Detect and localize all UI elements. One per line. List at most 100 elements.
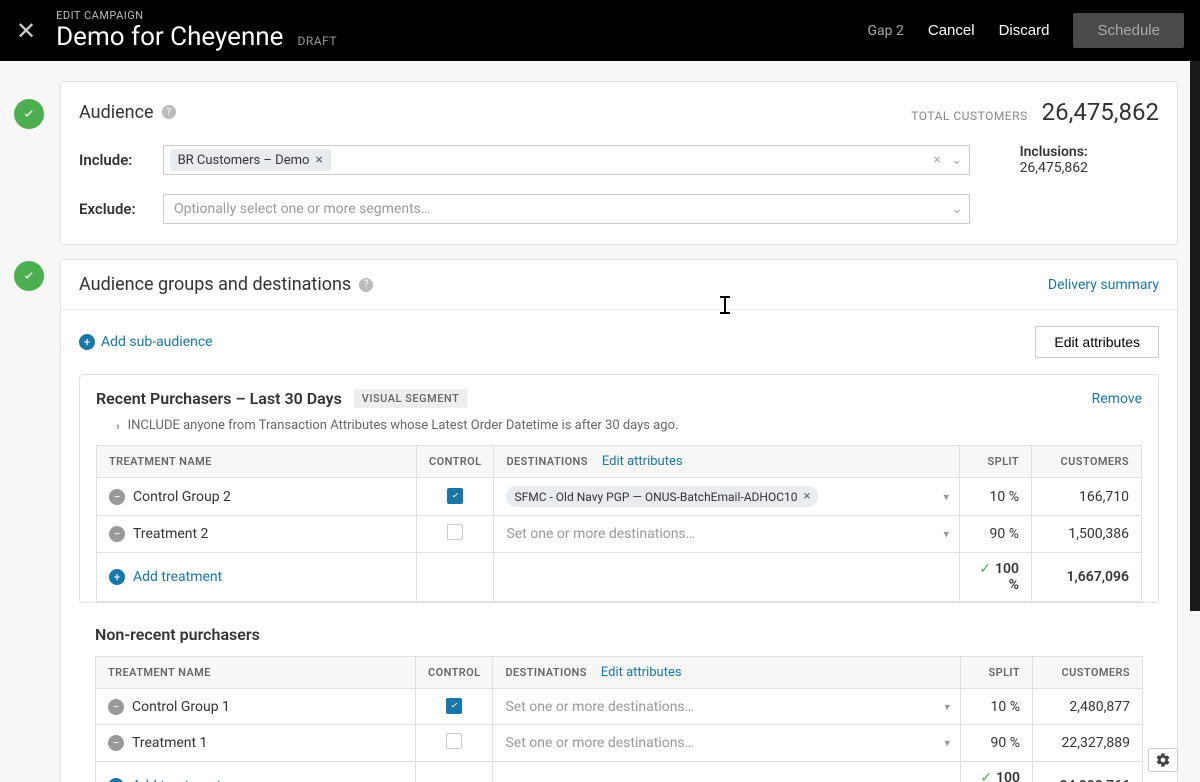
help-icon[interactable]: ?: [162, 105, 176, 119]
table-total-row: + Add treatment ✓100 % 1,667,096: [97, 553, 1142, 602]
groups-panel: Audience groups and destinations ? Deliv…: [60, 259, 1178, 782]
destination-select[interactable]: SFMC - Old Navy PGP — ONUS-BatchEmail-AD…: [494, 478, 960, 516]
discard-button[interactable]: Discard: [999, 22, 1050, 39]
eyebrow: EDIT CAMPAIGN: [56, 9, 867, 22]
include-rule-line[interactable]: › INCLUDE anyone from Transaction Attrib…: [96, 408, 1142, 445]
remove-row-icon[interactable]: −: [108, 735, 124, 751]
customers-value: 166,710: [1032, 478, 1142, 516]
right-edge: [1190, 61, 1200, 611]
destination-select[interactable]: Set one or more destinations… ▾: [493, 689, 961, 725]
col-split: SPLIT: [960, 446, 1032, 478]
chevron-right-icon: ›: [116, 419, 120, 433]
chevron-down-icon[interactable]: ▾: [943, 490, 949, 503]
add-treatment-button[interactable]: + Add treatment: [108, 778, 403, 782]
add-treatment-button[interactable]: + Add treatment: [109, 569, 404, 585]
cancel-button[interactable]: Cancel: [928, 22, 975, 39]
campaign-title: Demo for Cheyenne: [56, 22, 283, 52]
treatment-name: Control Group 2: [133, 489, 231, 505]
treatment-table: TREATMENT NAME CONTROL DESTINATIONS Edit…: [96, 445, 1142, 602]
customers-value: 1,500,386: [1032, 516, 1142, 553]
remove-link[interactable]: Remove: [1092, 391, 1142, 407]
control-checkbox[interactable]: [447, 524, 463, 540]
add-sub-audience-button[interactable]: + Add sub-audience: [79, 334, 213, 350]
check-icon: [14, 99, 44, 129]
close-icon[interactable]: ✕: [16, 19, 36, 43]
help-icon[interactable]: ?: [359, 278, 373, 292]
col-destinations: DESTINATIONS Edit attributes: [494, 446, 960, 478]
col-control: CONTROL: [416, 657, 493, 689]
check-icon: ✓: [980, 770, 992, 782]
destination-select[interactable]: Set one or more destinations… ▾: [493, 725, 961, 762]
col-treatment-name: TREATMENT NAME: [97, 446, 417, 478]
remove-row-icon[interactable]: −: [108, 699, 124, 715]
col-treatment-name: TREATMENT NAME: [96, 657, 416, 689]
split-value[interactable]: 90 %: [961, 725, 1033, 762]
title-block: EDIT CAMPAIGN Demo for Cheyenne DRAFT: [56, 9, 867, 52]
customers-value: 2,480,877: [1033, 689, 1143, 725]
inclusions-count: Inclusions: 26,475,862: [1020, 144, 1159, 176]
remove-chip-icon[interactable]: ×: [804, 489, 811, 504]
split-value[interactable]: 10 %: [960, 478, 1032, 516]
step-rail: [0, 61, 46, 782]
exclude-label: Exclude:: [79, 200, 163, 218]
check-icon: [14, 261, 44, 291]
remove-row-icon[interactable]: −: [109, 526, 125, 542]
plus-icon: +: [108, 778, 124, 782]
remove-row-icon[interactable]: −: [109, 489, 125, 505]
include-select[interactable]: BR Customers – Demo × × ⌄: [163, 145, 970, 175]
col-customers: CUSTOMERS: [1033, 657, 1143, 689]
audience-panel: Audience ? TOTAL CUSTOMERS 26,475,862 In…: [60, 81, 1178, 245]
status-badge: DRAFT: [297, 34, 337, 48]
topbar-actions: Gap 2 Cancel Discard Schedule: [868, 13, 1184, 48]
plus-icon: +: [79, 334, 95, 350]
control-checkbox[interactable]: [447, 488, 463, 504]
control-checkbox[interactable]: [446, 733, 462, 749]
edit-attributes-link[interactable]: Edit attributes: [601, 665, 682, 680]
split-value[interactable]: 90 %: [960, 516, 1032, 553]
table-row: −Control Group 2 SFMC - Old Navy PGP — O…: [97, 478, 1142, 516]
visual-segment-badge: VISUAL SEGMENT: [354, 389, 467, 408]
exclude-select[interactable]: Optionally select one or more segments… …: [163, 194, 970, 224]
chevron-down-icon[interactable]: ▾: [944, 700, 950, 713]
delivery-summary-link[interactable]: Delivery summary: [1048, 277, 1159, 293]
customers-value: 22,327,889: [1033, 725, 1143, 762]
sub-audience-title: Non-recent purchasers: [95, 625, 1143, 644]
gear-icon: [1155, 752, 1171, 768]
chevron-down-icon[interactable]: ⌄: [951, 201, 963, 217]
topbar: ✕ EDIT CAMPAIGN Demo for Cheyenne DRAFT …: [0, 0, 1200, 61]
edit-attributes-button[interactable]: Edit attributes: [1035, 326, 1159, 358]
treatment-table: TREATMENT NAME CONTROL DESTINATIONS Edit…: [95, 656, 1143, 782]
segment-chip: BR Customers – Demo ×: [170, 149, 331, 171]
sub-audience-card: Non-recent purchasers TREATMENT NAME CON…: [79, 625, 1159, 782]
org-label[interactable]: Gap 2: [868, 23, 904, 39]
plus-icon: +: [109, 569, 125, 585]
audience-title: Audience ?: [79, 102, 176, 123]
split-value[interactable]: 10 %: [961, 689, 1033, 725]
sub-audience-title: Recent Purchasers – Last 30 Days VISUAL …: [96, 389, 467, 408]
col-destinations: DESTINATIONS Edit attributes: [493, 657, 961, 689]
destination-select[interactable]: Set one or more destinations… ▾: [494, 516, 960, 553]
chevron-down-icon[interactable]: ▾: [944, 737, 950, 750]
schedule-button[interactable]: Schedule: [1073, 13, 1184, 48]
col-customers: CUSTOMERS: [1032, 446, 1142, 478]
clear-icon[interactable]: ×: [933, 152, 940, 168]
edit-attributes-link[interactable]: Edit attributes: [602, 454, 683, 469]
table-row: −Control Group 1 Set one or more destina…: [96, 689, 1143, 725]
main-content: Audience ? TOTAL CUSTOMERS 26,475,862 In…: [46, 61, 1188, 782]
control-checkbox[interactable]: [446, 698, 462, 714]
treatment-name: Treatment 1: [132, 735, 207, 751]
treatment-name: Control Group 1: [132, 699, 230, 715]
check-icon: ✓: [979, 561, 991, 577]
table-row: −Treatment 1 Set one or more destination…: [96, 725, 1143, 762]
include-label: Include:: [79, 151, 163, 169]
sub-audience-card: Recent Purchasers – Last 30 Days VISUAL …: [79, 374, 1159, 603]
settings-button[interactable]: [1148, 748, 1178, 772]
total-customers: TOTAL CUSTOMERS 26,475,862: [911, 98, 1159, 126]
destination-chip: SFMC - Old Navy PGP — ONUS-BatchEmail-AD…: [506, 486, 818, 507]
col-control: CONTROL: [417, 446, 494, 478]
groups-title: Audience groups and destinations ?: [79, 274, 373, 295]
chevron-down-icon[interactable]: ▾: [943, 528, 949, 541]
chevron-down-icon[interactable]: ⌄: [951, 152, 963, 168]
remove-chip-icon[interactable]: ×: [315, 152, 322, 168]
col-split: SPLIT: [961, 657, 1033, 689]
